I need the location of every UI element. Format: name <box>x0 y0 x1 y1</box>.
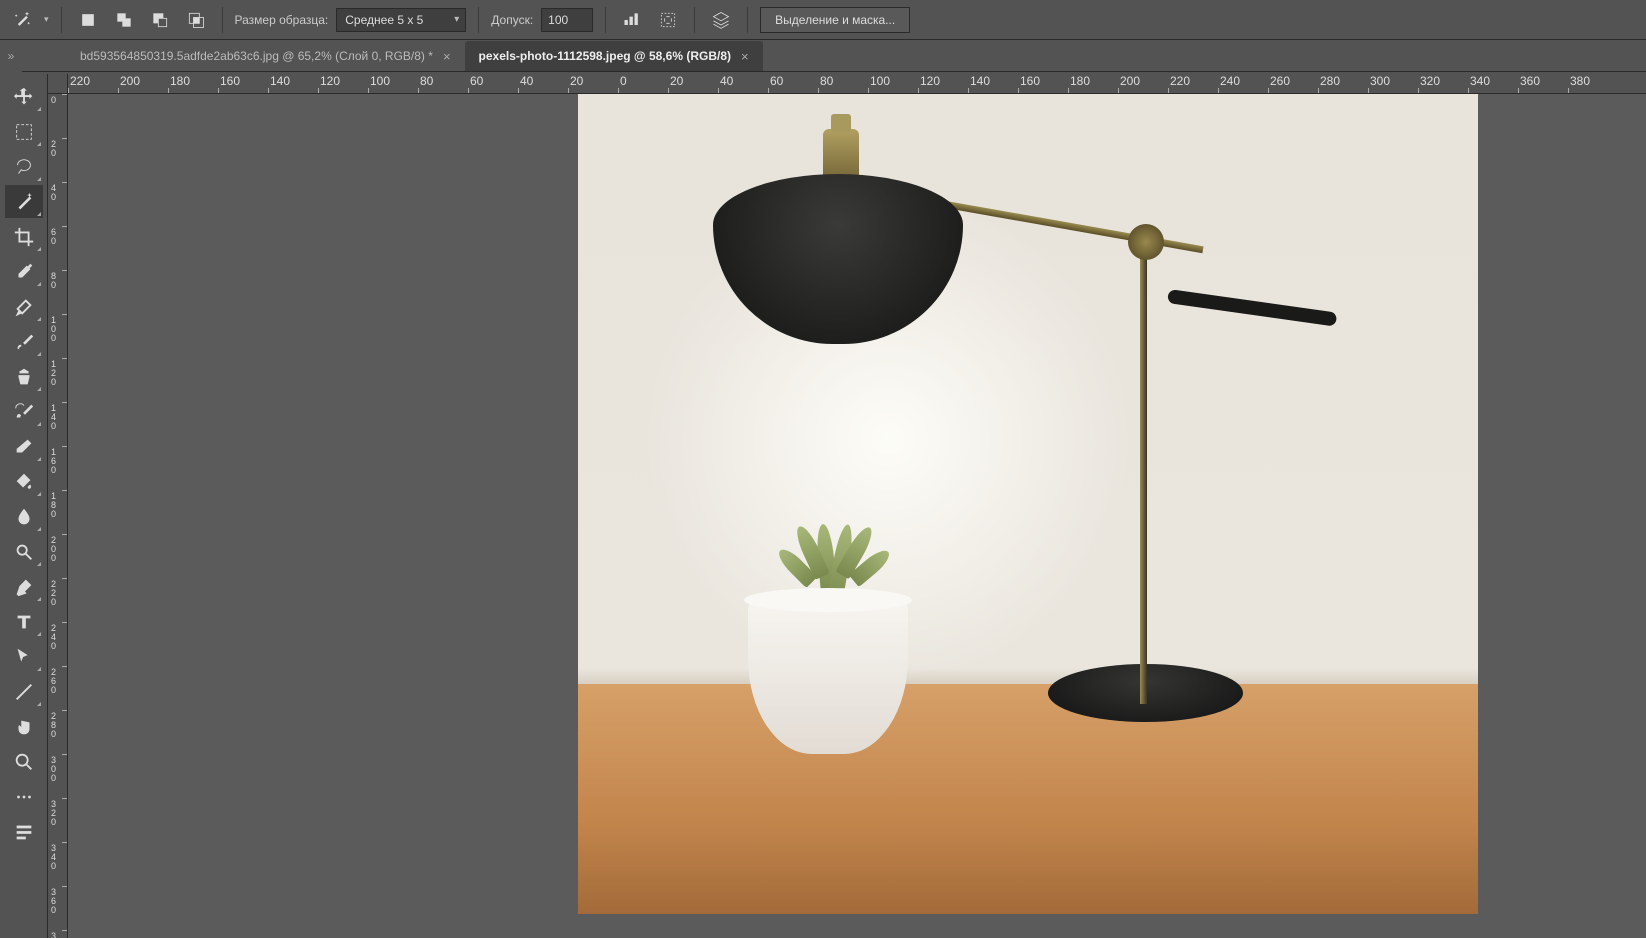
move-tool[interactable] <box>5 80 43 113</box>
active-tool-indicator[interactable] <box>8 6 36 34</box>
dodge-tool[interactable] <box>5 535 43 568</box>
brush-tool[interactable] <box>5 325 43 358</box>
select-and-mask-button[interactable]: Выделение и маска... <box>760 7 910 33</box>
path-selection-tool[interactable] <box>5 640 43 673</box>
line-tool[interactable] <box>5 675 43 708</box>
sample-all-layers-icon <box>711 10 731 30</box>
type-tool-icon <box>13 611 35 633</box>
move-tool-icon <box>13 86 35 108</box>
paint-bucket-tool[interactable] <box>5 465 43 498</box>
magic-wand-tool-icon <box>13 191 35 213</box>
blur-tool[interactable] <box>5 500 43 533</box>
eyedropper-tool-icon <box>13 261 35 283</box>
selection-subtract-button[interactable] <box>146 6 174 34</box>
left-toolbar <box>0 74 48 938</box>
vertical-ruler[interactable]: 0204060801001201401601802002202402602803… <box>48 94 68 938</box>
selection-new-icon <box>78 10 98 30</box>
type-tool[interactable] <box>5 605 43 638</box>
chevron-down-icon[interactable]: ▾ <box>44 14 49 25</box>
close-icon[interactable]: × <box>443 49 451 64</box>
lasso-tool[interactable] <box>5 150 43 183</box>
zoom-tool[interactable] <box>5 745 43 778</box>
healing-brush-tool-icon <box>13 296 35 318</box>
eyedropper-tool[interactable] <box>5 255 43 288</box>
wooden-table <box>578 684 1478 914</box>
pen-tool-icon <box>13 576 35 598</box>
tolerance-label: Допуск: <box>491 13 533 27</box>
selection-add-button[interactable] <box>110 6 138 34</box>
eraser-tool-icon <box>13 436 35 458</box>
eraser-tool[interactable] <box>5 430 43 463</box>
history-brush-tool-icon <box>13 401 35 423</box>
marquee-tool[interactable] <box>5 115 43 148</box>
contiguous-toggle[interactable] <box>654 6 682 34</box>
ruler-origin-corner[interactable] <box>48 74 68 94</box>
canvas-viewport[interactable] <box>68 94 1646 938</box>
lamp-joint <box>1128 224 1164 260</box>
dodge-tool-icon <box>13 541 35 563</box>
magic-wand-icon <box>12 10 32 30</box>
document-tab-bar: bd593564850319.5adfde2ab63c6.jpg @ 65,2%… <box>22 40 1646 72</box>
anti-alias-toggle[interactable] <box>618 6 646 34</box>
contiguous-icon <box>622 10 642 30</box>
selection-new-button[interactable] <box>74 6 102 34</box>
selection-intersect-button[interactable] <box>182 6 210 34</box>
lamp-handle <box>1167 289 1337 327</box>
lamp-vertical-arm <box>1140 234 1147 704</box>
more-tools[interactable] <box>5 780 43 813</box>
selection-subtract-icon <box>150 10 170 30</box>
document-tab[interactable]: pexels-photo-1112598.jpeg @ 58,6% (RGB/8… <box>465 41 763 71</box>
edit-toolbar-icon <box>13 821 35 843</box>
lasso-tool-icon <box>13 156 35 178</box>
selection-add-icon <box>114 10 134 30</box>
more-tools-icon <box>13 786 35 808</box>
lamp-cap <box>831 114 851 132</box>
white-pot <box>748 594 908 754</box>
selection-intersect-icon <box>186 10 206 30</box>
zoom-tool-icon <box>13 751 35 773</box>
paint-bucket-tool-icon <box>13 471 35 493</box>
tab-bar-handle[interactable]: » <box>0 40 22 72</box>
canvas-image[interactable] <box>578 94 1478 914</box>
edit-toolbar[interactable] <box>5 815 43 848</box>
options-bar: ▾ Размер образца: Среднее 5 x 5 Допуск: … <box>0 0 1646 40</box>
document-tab[interactable]: bd593564850319.5adfde2ab63c6.jpg @ 65,2%… <box>66 41 465 71</box>
close-icon[interactable]: × <box>741 49 749 64</box>
history-brush-tool[interactable] <box>5 395 43 428</box>
tolerance-input[interactable] <box>541 8 593 32</box>
sample-all-layers-toggle[interactable] <box>707 6 735 34</box>
pen-tool[interactable] <box>5 570 43 603</box>
crop-tool-icon <box>13 226 35 248</box>
hand-tool[interactable] <box>5 710 43 743</box>
horizontal-ruler[interactable]: 2202001801601401201008060402002040608010… <box>68 74 1646 94</box>
editor-area: 2202001801601401201008060402002040608010… <box>48 74 1646 938</box>
crop-tool[interactable] <box>5 220 43 253</box>
anti-alias-icon <box>658 10 678 30</box>
document-tab-label: pexels-photo-1112598.jpeg @ 58,6% (RGB/8… <box>479 49 731 63</box>
hand-tool-icon <box>13 716 35 738</box>
blur-tool-icon <box>13 506 35 528</box>
magic-wand-tool[interactable] <box>5 185 43 218</box>
clone-stamp-tool-icon <box>13 366 35 388</box>
sample-size-label: Размер образца: <box>235 13 329 27</box>
document-tab-label: bd593564850319.5adfde2ab63c6.jpg @ 65,2%… <box>80 49 433 63</box>
path-selection-tool-icon <box>13 646 35 668</box>
clone-stamp-tool[interactable] <box>5 360 43 393</box>
document-tab-bar-wrap: » bd593564850319.5adfde2ab63c6.jpg @ 65,… <box>0 40 1646 72</box>
line-tool-icon <box>13 681 35 703</box>
healing-brush-tool[interactable] <box>5 290 43 323</box>
brush-tool-icon <box>13 331 35 353</box>
marquee-tool-icon <box>13 121 35 143</box>
sample-size-select[interactable]: Среднее 5 x 5 <box>336 8 466 32</box>
